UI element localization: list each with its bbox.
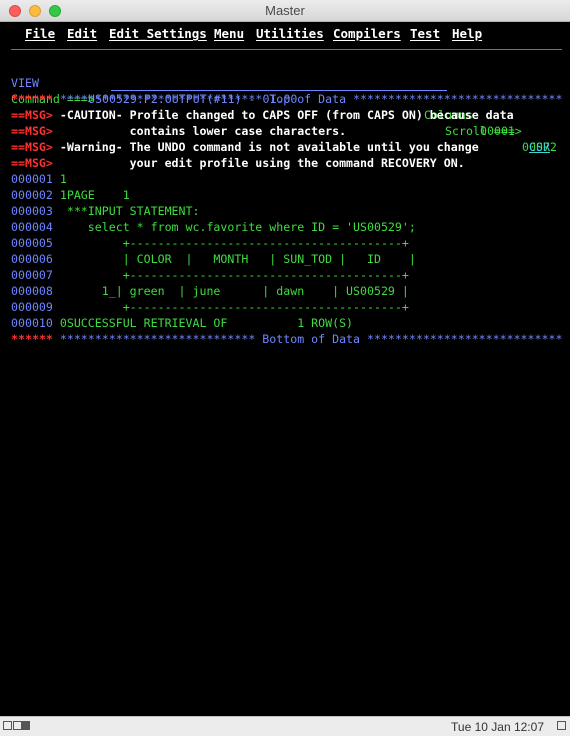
line-text[interactable]: select * from wc.favorite where ID = 'US…	[53, 220, 416, 234]
line-prefix[interactable]: 000010	[11, 316, 53, 330]
line-prefix[interactable]: ==MSG>	[11, 124, 53, 138]
data-line: ==MSG> -CAUTION- Profile changed to CAPS…	[11, 107, 514, 123]
data-line: ==MSG> your edit profile using the comma…	[11, 155, 465, 171]
title-bar[interactable]: Master	[0, 0, 570, 22]
scroll-input[interactable]: CSR	[529, 139, 550, 155]
terminal-window: Master File Edit Edit_Settings Menu Util…	[0, 0, 570, 736]
line-text[interactable]: 0SUCCESSFUL RETRIEVAL OF 1 ROW(S)	[53, 316, 353, 330]
data-line: 000003 ***INPUT STATEMENT:	[11, 203, 199, 219]
line-text[interactable]: | COLOR | MONTH | SUN_TOD | ID |	[53, 252, 416, 266]
data-line: ==MSG> -Warning- The UNDO command is not…	[11, 139, 479, 155]
line-prefix[interactable]: 000005	[11, 236, 53, 250]
line-text[interactable]: 1	[53, 172, 67, 186]
scroll-label: Scroll ===>	[445, 124, 522, 138]
menu-separator	[11, 49, 562, 50]
line-prefix[interactable]: ******	[11, 332, 53, 346]
ispf-screen: File Edit Edit_Settings Menu Utilities C…	[0, 22, 570, 716]
line-text: **************************** Bottom of D…	[52, 332, 563, 346]
status-bar: Tue 10 Jan 12:07	[0, 716, 570, 736]
command-line: Command ===> Scroll ===> CSR	[11, 75, 561, 154]
data-line: 000006 | COLOR | MONTH | SUN_TOD | ID |	[11, 251, 416, 267]
line-prefix[interactable]: 000006	[11, 252, 53, 266]
data-line: 000005 +--------------------------------…	[11, 235, 409, 251]
line-text[interactable]: +---------------------------------------…	[53, 268, 409, 282]
data-line: ****** ***************************** Top…	[11, 91, 562, 107]
data-line: 000001 1	[11, 171, 67, 187]
data-line: 000002 1PAGE 1	[11, 187, 130, 203]
line-text[interactable]: +---------------------------------------…	[53, 236, 409, 250]
window-title: Master	[265, 3, 305, 18]
connection-icon	[3, 721, 12, 730]
line-prefix[interactable]: ==MSG>	[11, 140, 53, 154]
line-prefix[interactable]: 000001	[11, 172, 53, 186]
data-line: 000008 1_| green | june | dawn | US00529…	[11, 283, 409, 299]
resize-icon[interactable]	[557, 721, 566, 730]
line-prefix[interactable]: 000009	[11, 300, 53, 314]
menu-compilers[interactable]: Compilers	[333, 26, 401, 41]
clock: Tue 10 Jan 12:07	[451, 720, 544, 734]
data-line: ****** **************************** Bott…	[11, 331, 562, 347]
menu-edit-settings[interactable]: Edit_Settings	[109, 26, 207, 41]
data-line: 000010 0SUCCESSFUL RETRIEVAL OF 1 ROW(S)	[11, 315, 353, 331]
command-input[interactable]	[111, 75, 447, 91]
line-text: contains lower case characters.	[52, 124, 347, 138]
data-line: 000009 +--------------------------------…	[11, 299, 409, 315]
line-text: your edit profile using the command RECO…	[52, 156, 465, 170]
line-text[interactable]: ***INPUT STATEMENT:	[53, 204, 200, 218]
line-prefix[interactable]: 000003	[11, 204, 53, 218]
line-prefix[interactable]: 000007	[11, 268, 53, 282]
line-text: -Warning- The UNDO command is not availa…	[52, 140, 479, 154]
menu-help[interactable]: Help	[452, 26, 482, 41]
data-line: ==MSG> contains lower case characters.	[11, 123, 346, 139]
menu-test[interactable]: Test	[410, 26, 440, 41]
line-prefix[interactable]: ==MSG>	[11, 156, 53, 170]
menu-bar: File Edit Edit_Settings Menu Utilities C…	[0, 26, 570, 44]
line-text[interactable]: 1_| green | june | dawn | US00529 |	[53, 284, 409, 298]
line-prefix[interactable]: ==MSG>	[11, 108, 53, 122]
data-line: 000007 +--------------------------------…	[11, 267, 409, 283]
cursor-block-icon	[21, 721, 30, 730]
menu-edit[interactable]: Edit	[67, 26, 97, 41]
line-prefix[interactable]: 000008	[11, 284, 53, 298]
line-prefix[interactable]: 000004	[11, 220, 53, 234]
line-prefix[interactable]: 000002	[11, 188, 53, 202]
menu-utilities[interactable]: Utilities	[256, 26, 324, 41]
line-text: ***************************** Top of Dat…	[52, 92, 563, 106]
data-line: 000004 select * from wc.favorite where I…	[11, 219, 416, 235]
line-prefix[interactable]: ******	[11, 92, 53, 106]
menu-file[interactable]: File	[25, 26, 55, 41]
line-text[interactable]: 1PAGE 1	[53, 188, 130, 202]
line-text: -CAUTION- Profile changed to CAPS OFF (f…	[52, 108, 514, 122]
line-text[interactable]: +---------------------------------------…	[53, 300, 409, 314]
menu-menu[interactable]: Menu	[214, 26, 244, 41]
header-line: VIEW US00529.P2.OUTPUT(#11) - 01.00 Colu…	[11, 59, 561, 154]
